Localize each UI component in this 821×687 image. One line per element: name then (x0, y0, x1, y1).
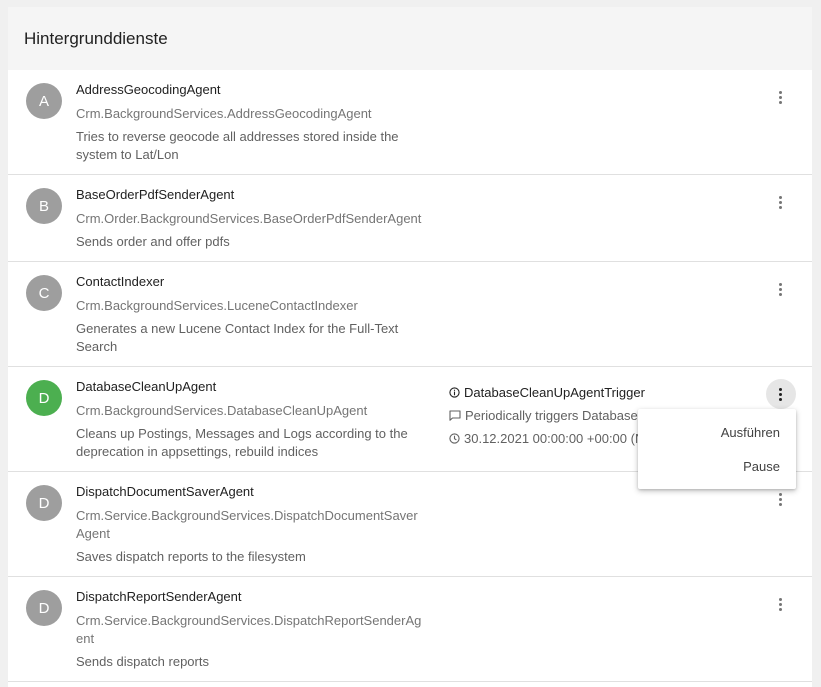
service-name: DispatchDocumentSaverAgent (76, 484, 254, 499)
service-description: Sends dispatch reports (76, 654, 209, 669)
service-description: Tries to reverse geocode all addresses s… (76, 129, 399, 162)
trigger-next-run: 30.12.2021 00:00:00 +00:00 (N (464, 430, 645, 446)
more-vert-icon (779, 492, 783, 506)
trigger-name: DatabaseCleanUpAgentTrigger (464, 384, 645, 400)
info-icon (449, 386, 460, 398)
service-description: Generates a new Lucene Contact Index for… (76, 321, 399, 354)
service-class: Crm.BackgroundServices.LuceneContactInde… (76, 298, 358, 313)
menu-item-pause[interactable]: Pause (638, 449, 796, 483)
service-name: DispatchReportSenderAgent (76, 589, 242, 604)
more-menu-button[interactable] (766, 379, 796, 409)
service-name: DatabaseCleanUpAgent (76, 379, 217, 394)
comment-icon (449, 409, 461, 421)
trigger-name-row: DatabaseCleanUpAgentTrigger (449, 383, 645, 401)
avatar: D (26, 485, 62, 521)
service-class: Crm.BackgroundServices.DatabaseCleanUpAg… (76, 403, 368, 418)
service-class: Crm.Service.BackgroundServices.DispatchR… (76, 613, 422, 646)
service-class: Crm.BackgroundServices.AddressGeocodingA… (76, 106, 372, 121)
card-header: Hintergrunddienste (8, 7, 812, 70)
more-menu-button[interactable] (766, 82, 796, 112)
more-menu-button[interactable] (766, 589, 796, 619)
more-vert-icon (779, 90, 783, 104)
avatar: A (26, 83, 62, 119)
avatar: B (26, 188, 62, 224)
service-description: Saves dispatch reports to the filesystem (76, 549, 306, 564)
more-menu-button[interactable] (766, 274, 796, 304)
service-description: Sends order and offer pdfs (76, 234, 230, 249)
trigger-schedule-row: 30.12.2021 00:00:00 +00:00 (N (449, 429, 645, 447)
more-vert-icon (779, 597, 783, 611)
service-class: Crm.Service.BackgroundServices.DispatchD… (76, 508, 418, 541)
services-list: A AddressGeocodingAgent Crm.BackgroundSe… (8, 70, 812, 682)
background-services-card: Hintergrunddienste A AddressGeocodingAge… (8, 7, 812, 687)
list-item: C ContactIndexer Crm.BackgroundServices.… (8, 262, 812, 367)
trigger-description: Periodically triggers Database (465, 407, 638, 423)
page-title: Hintergrunddienste (24, 28, 168, 48)
clock-icon (449, 432, 460, 444)
trigger-info: DatabaseCleanUpAgentTrigger Periodically… (449, 383, 645, 452)
more-menu-button[interactable] (766, 187, 796, 217)
more-vert-icon (779, 282, 783, 296)
more-vert-icon (779, 195, 783, 209)
service-name: ContactIndexer (76, 274, 165, 289)
service-class: Crm.Order.BackgroundServices.BaseOrderPd… (76, 211, 422, 226)
avatar: D (26, 590, 62, 626)
avatar: C (26, 275, 62, 311)
menu-item-run[interactable]: Ausführen (638, 415, 796, 449)
service-name: AddressGeocodingAgent (76, 82, 221, 97)
more-vert-icon (779, 387, 783, 401)
list-item: A AddressGeocodingAgent Crm.BackgroundSe… (8, 70, 812, 175)
trigger-description-row: Periodically triggers Database (449, 406, 645, 424)
list-item: B BaseOrderPdfSenderAgent Crm.Order.Back… (8, 175, 812, 262)
service-name: BaseOrderPdfSenderAgent (76, 187, 235, 202)
service-description: Cleans up Postings, Messages and Logs ac… (76, 426, 408, 459)
context-menu: Ausführen Pause (638, 409, 796, 489)
list-item: D DispatchReportSenderAgent Crm.Service.… (8, 577, 812, 682)
avatar: D (26, 380, 62, 416)
